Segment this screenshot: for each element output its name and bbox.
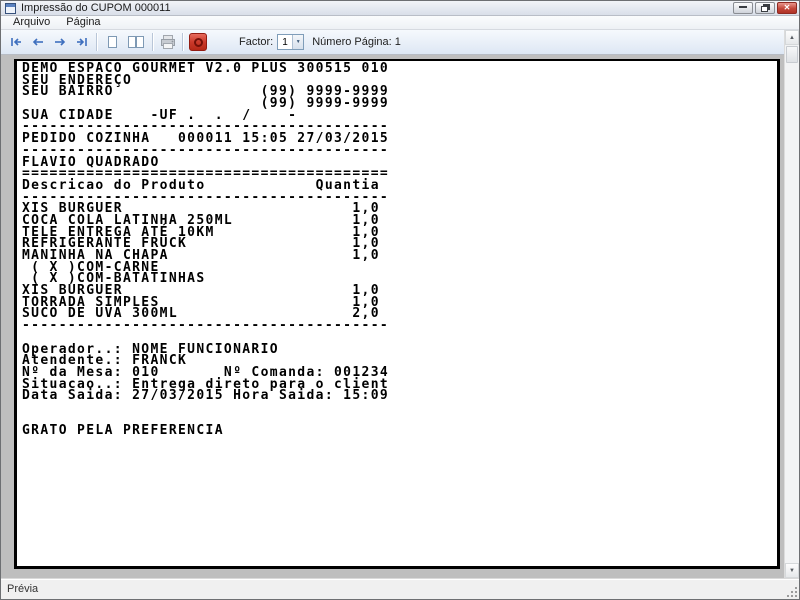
- scrollbar-track[interactable]: [785, 64, 799, 563]
- scrollbar-thumb[interactable]: [786, 46, 798, 63]
- menu-bar: Arquivo Página: [1, 16, 799, 30]
- receipt-line: [22, 402, 777, 414]
- receipt-line: ----------------------------------------: [22, 318, 390, 334]
- first-page-button[interactable]: [5, 32, 27, 52]
- arrow-down-icon: ▼: [789, 567, 795, 574]
- previous-page-button[interactable]: [27, 32, 49, 52]
- titlebar: Impressão do CUPOM 000011 ✕: [1, 1, 799, 16]
- two-page-view-button[interactable]: [123, 32, 149, 52]
- receipt-page: DEMO ESPACO GOURMET V2.0 PLUS 300515 010…: [14, 59, 780, 569]
- menu-pagina[interactable]: Página: [58, 16, 108, 29]
- toolbar: Factor: 1 ▼ Número Página: 1: [1, 30, 784, 55]
- menu-arquivo[interactable]: Arquivo: [5, 16, 58, 29]
- minimize-icon: [739, 5, 747, 8]
- two-pages-icon: [128, 36, 144, 48]
- preview-window: Impressão do CUPOM 000011 ✕ Arquivo Pági…: [0, 0, 800, 600]
- exit-icon: [189, 33, 207, 51]
- restore-button[interactable]: [755, 2, 775, 14]
- close-button[interactable]: ✕: [777, 2, 797, 14]
- receipt-line: GRATO PELA PREFERENCIA: [22, 423, 224, 439]
- preview-area[interactable]: DEMO ESPACO GOURMET V2.0 PLUS 300515 010…: [1, 55, 784, 578]
- print-button[interactable]: [157, 32, 179, 52]
- minimize-button[interactable]: [733, 2, 753, 14]
- factor-select[interactable]: 1 ▼: [277, 34, 305, 50]
- toolbar-separator: [182, 33, 184, 51]
- close-preview-button[interactable]: [187, 32, 209, 52]
- restore-icon: [760, 5, 768, 12]
- receipt-line: Data Saida: 27/03/2015 Hora Saida: 15:09: [22, 388, 390, 404]
- next-page-button[interactable]: [49, 32, 71, 52]
- receipt-text: DEMO ESPACO GOURMET V2.0 PLUS 300515 010…: [17, 61, 777, 437]
- status-text: Prévia: [7, 583, 39, 595]
- last-page-button[interactable]: [71, 32, 93, 52]
- single-page-view-button[interactable]: [101, 32, 123, 52]
- factor-value: 1: [282, 36, 288, 48]
- toolbar-separator: [96, 33, 98, 51]
- next-page-icon: [55, 38, 66, 46]
- printer-icon: [161, 35, 175, 49]
- status-bar: Prévia: [1, 578, 799, 599]
- scroll-down-button[interactable]: ▼: [785, 563, 799, 578]
- factor-label: Factor:: [239, 36, 274, 48]
- previous-page-icon: [32, 38, 43, 46]
- window-controls: ✕: [733, 2, 797, 14]
- chevron-down-icon[interactable]: ▼: [292, 35, 304, 49]
- close-icon: ✕: [783, 3, 791, 12]
- page-number-label: Número Página: 1: [312, 36, 401, 48]
- vertical-scrollbar[interactable]: ▲ ▼: [784, 30, 799, 578]
- last-page-icon: [77, 38, 87, 46]
- resize-grip[interactable]: [787, 587, 797, 597]
- receipt-line: DEMO ESPACO GOURMET V2.0 PLUS 300515 010: [22, 61, 390, 76]
- app-icon: [5, 2, 16, 14]
- window-title: Impressão do CUPOM 000011: [21, 1, 171, 14]
- arrow-up-icon: ▲: [789, 34, 795, 41]
- toolbar-separator: [152, 33, 154, 51]
- first-page-icon: [11, 38, 21, 46]
- scroll-up-button[interactable]: ▲: [785, 30, 799, 45]
- single-page-icon: [108, 36, 117, 48]
